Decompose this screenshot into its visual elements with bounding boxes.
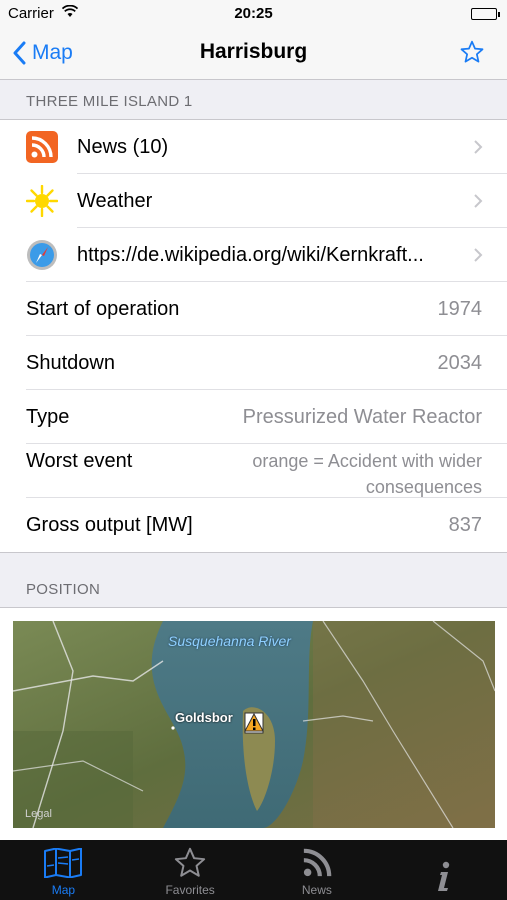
map-legal-link[interactable]: Legal — [25, 808, 52, 820]
detail-value: Pressurized Water Reactor — [242, 405, 482, 428]
section-header-position: POSITION — [26, 581, 101, 598]
detail-row-start-of-operation: Start of operation 1974 — [0, 282, 507, 336]
list-item-label: https://de.wikipedia.org/wiki/Kernkraft.… — [77, 243, 424, 266]
detail-row-shutdown: Shutdown 2034 — [0, 336, 507, 390]
detail-label: Gross output [MW] — [26, 513, 193, 536]
chevron-right-icon — [474, 248, 483, 262]
navigation-bar: Map Harrisburg — [0, 28, 507, 80]
detail-value: 1974 — [437, 297, 483, 320]
list-item-weather[interactable]: Weather — [0, 174, 507, 228]
detail-value: orange = Accident with wider consequence… — [252, 451, 482, 497]
tab-favorites[interactable]: Favorites — [127, 840, 254, 900]
detail-row-gross-output: Gross output [MW] 837 — [0, 498, 507, 552]
detail-label: Worst event — [26, 450, 133, 472]
nuclear-plant-warning-pin-icon[interactable] — [241, 709, 269, 742]
plant-details-table: News (10) Weather https://de.wikipedia.o… — [0, 119, 507, 553]
tab-label: Map — [51, 883, 76, 897]
battery-icon — [471, 8, 500, 20]
map-town-label: Goldsbor — [175, 710, 233, 725]
star-icon — [173, 845, 207, 881]
rss-icon — [302, 845, 332, 881]
map-cell: Susquehanna River Goldsbor Legal — [0, 607, 507, 840]
tab-label: News — [301, 883, 332, 897]
detail-label: Shutdown — [26, 351, 115, 374]
list-item-news[interactable]: News (10) — [0, 120, 507, 174]
tab-map[interactable]: Map — [0, 840, 127, 900]
sun-icon — [25, 184, 59, 218]
map-icon — [44, 845, 83, 881]
rss-icon — [26, 131, 58, 163]
map-river-label: Susquehanna River — [168, 633, 291, 649]
detail-row-worst-event: Worst event orange = Accident with wider… — [0, 444, 507, 498]
section-header-plant: THREE MILE ISLAND 1 — [26, 93, 193, 110]
star-icon — [460, 40, 484, 63]
tab-info[interactable] — [380, 840, 507, 900]
list-item-label: Weather — [77, 189, 153, 212]
satellite-map[interactable]: Susquehanna River Goldsbor Legal — [13, 621, 495, 828]
detail-row-type: Type Pressurized Water Reactor — [0, 390, 507, 444]
chevron-right-icon — [474, 140, 483, 154]
detail-value: 2034 — [437, 351, 483, 374]
info-icon — [434, 859, 454, 895]
detail-label: Type — [26, 405, 70, 428]
list-item-wikipedia-link[interactable]: https://de.wikipedia.org/wiki/Kernkraft.… — [0, 228, 507, 282]
detail-value: 837 — [448, 513, 482, 536]
chevron-right-icon — [474, 194, 483, 208]
clock: 20:25 — [234, 5, 273, 22]
page-title: Harrisburg — [199, 40, 308, 63]
list-item-label: News (10) — [77, 135, 169, 158]
status-bar: Carrier 20:25 — [0, 0, 507, 28]
tab-news[interactable]: News — [254, 840, 381, 900]
tab-bar: Map Favorites News — [0, 840, 507, 900]
detail-label: Start of operation — [26, 297, 180, 320]
tab-label: Favorites — [165, 883, 215, 897]
favorite-star-button[interactable] — [459, 39, 485, 70]
safari-compass-icon — [26, 239, 58, 271]
